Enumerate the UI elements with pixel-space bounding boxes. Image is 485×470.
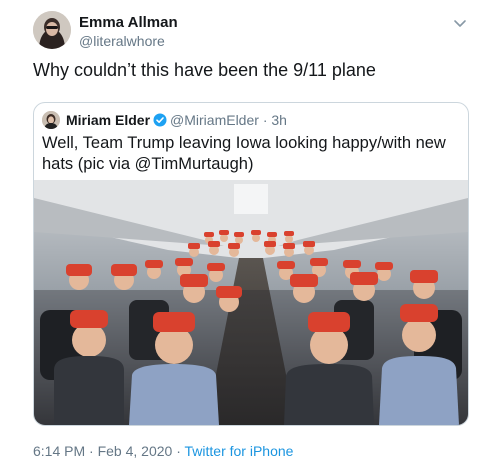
author-handle[interactable]: @literalwhore [79,33,178,50]
quoted-header: Miriam Elder @MiriamElder · 3h [66,111,287,129]
avatar[interactable] [33,11,71,49]
quoted-photo[interactable] [34,180,468,425]
quoted-tweet[interactable]: Miriam Elder @MiriamElder · 3h Well, Team… [33,102,469,426]
chevron-down-icon[interactable] [453,16,467,27]
tweet-card: Emma Allman @literalwhore Why couldn’t t… [0,0,485,470]
tweet-footer: 6:14 PM · Feb 4, 2020 · Twitter for iPho… [33,442,293,460]
quoted-time: 3h [271,112,287,128]
quoted-author-handle: @MiriamElder [170,112,259,128]
timestamp[interactable]: 6:14 PM · Feb 4, 2020 · [33,443,181,459]
quoted-avatar [42,111,60,129]
author-block: Emma Allman @literalwhore [79,14,178,50]
author-name[interactable]: Emma Allman [79,14,178,32]
quoted-author-name: Miriam Elder [66,112,151,128]
separator-dot: · [262,112,268,128]
source-link[interactable]: Twitter for iPhone [185,443,294,459]
verified-badge-icon [153,113,167,127]
quoted-text: Well, Team Trump leaving Iowa looking ha… [42,134,446,173]
tweet-text: Why couldn’t this have been the 9/11 pla… [33,60,376,80]
